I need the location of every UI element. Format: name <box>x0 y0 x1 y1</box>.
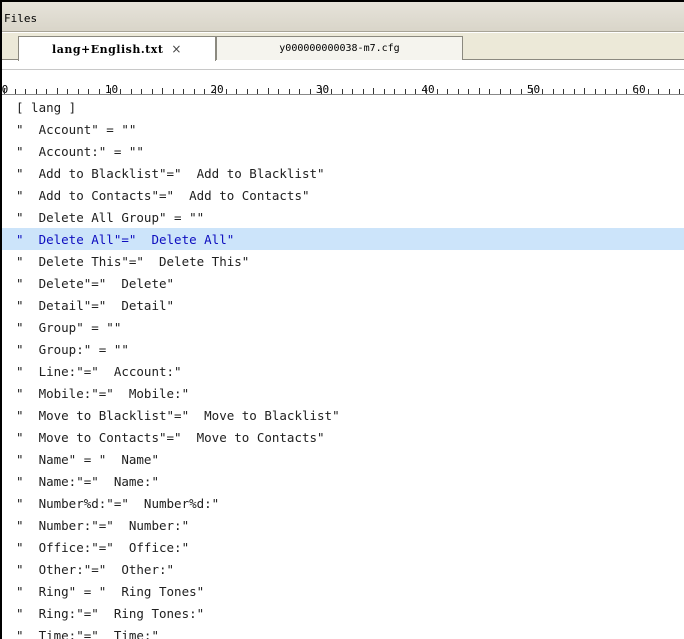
code-line[interactable]: [ lang ] <box>2 96 684 118</box>
code-line[interactable]: " Move to Contacts"=" Move to Contacts" <box>2 426 684 448</box>
tab-strip: lang+English.txt × y000000000038-m7.cfg <box>2 33 684 61</box>
ruler-divider <box>2 69 684 70</box>
tab-cfg-file[interactable]: y000000000038-m7.cfg <box>216 36 463 60</box>
code-line[interactable]: " Other:"=" Other:" <box>2 558 684 580</box>
code-line[interactable]: " Line:"=" Account:" <box>2 360 684 382</box>
code-line[interactable]: " Office:"=" Office:" <box>2 536 684 558</box>
tab-lang-english[interactable]: lang+English.txt × <box>18 36 216 61</box>
code-line[interactable]: " Mobile:"=" Mobile:" <box>2 382 684 404</box>
code-line[interactable]: " Name" = " Name" <box>2 448 684 470</box>
code-line[interactable]: " Ring:"=" Ring Tones:" <box>2 602 684 624</box>
code-line[interactable]: " Delete This"=" Delete This" <box>2 250 684 272</box>
code-line[interactable]: " Move to Blacklist"=" Move to Blacklist… <box>2 404 684 426</box>
code-line[interactable]: " Delete All"=" Delete All" <box>2 228 684 250</box>
code-line[interactable]: " Group" = "" <box>2 316 684 338</box>
code-line[interactable]: " Detail"=" Detail" <box>2 294 684 316</box>
code-line[interactable]: " Add to Blacklist"=" Add to Blacklist" <box>2 162 684 184</box>
code-line[interactable]: " Name:"=" Name:" <box>2 470 684 492</box>
close-icon[interactable]: × <box>171 42 182 56</box>
panel-title: Files <box>4 12 38 25</box>
code-line[interactable]: " Ring" = " Ring Tones" <box>2 580 684 602</box>
code-line[interactable]: " Account" = "" <box>2 118 684 140</box>
code-line[interactable]: " Account:" = "" <box>2 140 684 162</box>
editor-window: Files lang+English.txt × y000000000038-m… <box>0 0 684 639</box>
code-line[interactable]: " Number:"=" Number:" <box>2 514 684 536</box>
tab-label: lang+English.txt <box>52 42 164 56</box>
tab-label: y000000000038-m7.cfg <box>279 43 400 54</box>
code-line[interactable]: " Delete"=" Delete" <box>2 272 684 294</box>
code-line[interactable]: " Group:" = "" <box>2 338 684 360</box>
code-line[interactable]: " Number%d:"=" Number%d:" <box>2 492 684 514</box>
code-line[interactable]: " Add to Contacts"=" Add to Contacts" <box>2 184 684 206</box>
files-panel-header: Files <box>2 2 684 32</box>
code-line[interactable]: " Time:"=" Time:" <box>2 624 684 639</box>
code-line[interactable]: " Delete All Group" = "" <box>2 206 684 228</box>
text-editor[interactable]: [ lang ] " Account" = "" " Account:" = "" "… <box>2 95 684 639</box>
